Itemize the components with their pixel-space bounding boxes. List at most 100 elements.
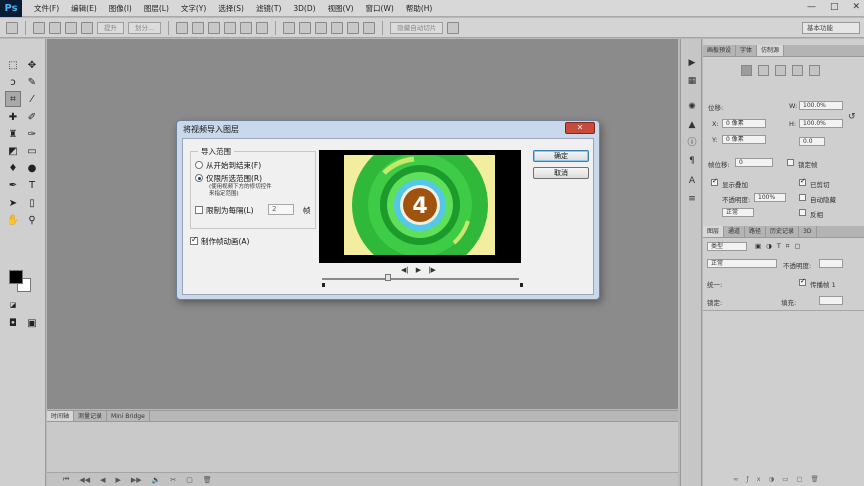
stack-top-icon[interactable] — [33, 21, 45, 34]
trim-start-handle[interactable] — [322, 283, 325, 287]
history-brush-tool-icon[interactable]: ✑ — [24, 126, 40, 142]
quick-selection-tool-icon[interactable]: ✎ — [24, 74, 40, 90]
tab-measurement-log[interactable]: 测量记录 — [74, 411, 108, 421]
next-frame-icon[interactable]: ▶▶ — [131, 476, 142, 484]
overlay-blend-select[interactable]: 正常 — [722, 208, 754, 217]
clipped-checkbox[interactable] — [799, 177, 806, 186]
brush-tool-icon[interactable]: ✐ — [24, 109, 40, 125]
tab-paths[interactable]: 路径 — [745, 226, 767, 237]
clone-source-4-icon[interactable] — [792, 65, 803, 76]
selected-range-radio[interactable] — [195, 174, 203, 182]
audio-icon[interactable]: 🔊 — [152, 476, 161, 484]
screen-mode-icon[interactable]: ▣ — [24, 315, 40, 331]
angle-field[interactable]: 0.0 — [799, 137, 825, 146]
align-vcenter-icon[interactable] — [192, 21, 205, 34]
minimize-icon[interactable]: — — [807, 2, 816, 12]
blur-tool-icon[interactable]: ♦ — [5, 160, 21, 176]
x-field[interactable]: 0 像素 — [722, 119, 766, 128]
menu-edit[interactable]: 编辑(E) — [65, 0, 103, 17]
from-start-to-end-radio[interactable] — [195, 161, 203, 169]
distribute-vcenter-icon[interactable] — [299, 21, 312, 34]
rectangle-tool-icon[interactable]: ▯ — [24, 195, 40, 211]
distribute-hcenter-icon[interactable] — [347, 21, 360, 34]
layer-filter-icons[interactable]: ▣◑T⌗▢ — [755, 242, 806, 251]
play-actions-icon[interactable]: ▶ — [686, 57, 698, 69]
menu-layer[interactable]: 图层(L) — [138, 0, 175, 17]
menu-filter[interactable]: 滤镜(T) — [250, 0, 287, 17]
delete-icon[interactable]: 🗑 — [203, 476, 212, 484]
limit-every-checkbox[interactable] — [195, 206, 203, 214]
menu-image[interactable]: 图像(I) — [103, 0, 138, 17]
frame-offset-field[interactable]: 0 — [735, 158, 773, 167]
y-field[interactable]: 0 像素 — [722, 135, 766, 144]
slice-select-tool-icon[interactable] — [6, 21, 18, 34]
workspace-select[interactable]: 基本功能 — [802, 22, 860, 34]
scrub-track[interactable] — [322, 278, 519, 280]
tab-character[interactable]: 字体 — [736, 45, 758, 56]
width-field[interactable]: 100.0% — [799, 101, 843, 110]
hand-tool-icon[interactable]: ✋ — [5, 212, 21, 228]
zoom-tool-icon[interactable]: ⚲ — [24, 212, 40, 228]
quick-mask-icon[interactable]: ◘ — [5, 315, 21, 331]
crop-tool-icon[interactable]: ⌗ — [5, 91, 21, 107]
histogram-icon[interactable]: ▲ — [686, 119, 698, 131]
tab-channels[interactable]: 通道 — [724, 226, 746, 237]
play-icon[interactable]: ▶ — [416, 266, 421, 274]
first-frame-icon[interactable]: ⏮ — [63, 475, 69, 484]
tab-3d[interactable]: 3D — [799, 226, 817, 237]
cancel-button[interactable]: 取消 — [533, 167, 589, 179]
menu-3d[interactable]: 3D(D) — [287, 0, 321, 17]
stack-down-icon[interactable] — [65, 21, 77, 34]
default-colors-icon[interactable]: ◪ — [5, 297, 21, 313]
play-icon[interactable]: ▶ — [115, 476, 120, 484]
menu-file[interactable]: 文件(F) — [28, 0, 65, 17]
clone-source-5-icon[interactable] — [809, 65, 820, 76]
promote-button[interactable]: 提升 — [97, 21, 124, 34]
lasso-tool-icon[interactable]: ↄ — [5, 74, 21, 90]
menu-view[interactable]: 视图(V) — [322, 0, 360, 17]
new-frame-icon[interactable]: ▢ — [186, 476, 193, 484]
eyedropper-tool-icon[interactable]: ⁄ — [24, 91, 40, 107]
maximize-icon[interactable]: □ — [830, 2, 839, 12]
clone-source-3-icon[interactable] — [775, 65, 786, 76]
menu-select[interactable]: 选择(S) — [212, 0, 250, 17]
menu-window[interactable]: 窗口(W) — [360, 0, 400, 17]
layer-filter-select[interactable]: 类型 — [707, 242, 747, 251]
step-forward-icon[interactable]: |▶ — [428, 266, 436, 274]
make-frame-animation-checkbox[interactable] — [190, 235, 198, 245]
ok-button[interactable]: 确定 — [533, 150, 589, 162]
auto-hide-checkbox[interactable] — [799, 194, 806, 201]
type-tool-icon[interactable]: T — [24, 177, 40, 193]
move-tool-icon[interactable]: ✥ — [24, 57, 40, 73]
character-icon[interactable]: A — [686, 175, 698, 187]
divide-button[interactable]: 划分... — [128, 21, 162, 34]
menu-type[interactable]: 文字(Y) — [175, 0, 212, 17]
tab-clone-source[interactable]: 仿制源 — [757, 45, 785, 56]
tab-mini-bridge[interactable]: Mini Bridge — [107, 411, 150, 421]
dodge-tool-icon[interactable]: ● — [24, 160, 40, 176]
split-icon[interactable]: ✂ — [170, 476, 176, 484]
distribute-right-icon[interactable] — [363, 21, 376, 34]
stack-bottom-icon[interactable] — [81, 21, 93, 34]
healing-brush-tool-icon[interactable]: ✚ — [5, 109, 21, 125]
marquee-tool-icon[interactable]: ⬚ — [5, 57, 21, 73]
step-back-icon[interactable]: ◀ — [100, 476, 105, 484]
align-top-icon[interactable] — [176, 21, 189, 34]
height-field[interactable]: 100.0% — [799, 119, 843, 128]
tab-history[interactable]: 历史记录 — [766, 226, 800, 237]
clone-source-1-icon[interactable] — [741, 65, 752, 76]
align-left-icon[interactable] — [224, 21, 237, 34]
tab-layers[interactable]: 图层 — [703, 226, 725, 237]
limit-frames-field[interactable]: 2 — [268, 204, 294, 215]
dialog-close-button[interactable]: ✕ — [565, 122, 595, 134]
slice-options-icon[interactable] — [447, 21, 460, 34]
invert-checkbox[interactable] — [799, 209, 806, 216]
hide-auto-slices-button[interactable]: 隐藏自动切片 — [390, 21, 444, 34]
overlay-opacity-field[interactable]: 100% — [754, 193, 786, 202]
distribute-top-icon[interactable] — [283, 21, 296, 34]
layer-blend-select[interactable]: 正常 — [707, 259, 777, 268]
distribute-left-icon[interactable] — [331, 21, 344, 34]
stack-up-icon[interactable] — [49, 21, 61, 34]
previous-frame-icon[interactable]: ◀◀ — [79, 476, 90, 484]
adjustments-icon[interactable]: ✺ — [686, 101, 698, 113]
